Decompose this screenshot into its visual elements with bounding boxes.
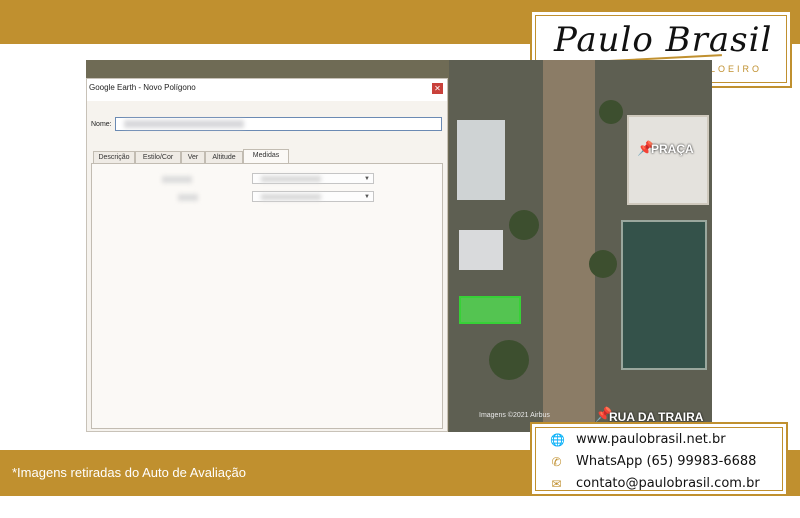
blurred-dropdown-value xyxy=(261,176,321,182)
satellite-map[interactable]: 📌 PRAÇA 📌 RUA DA TRAIRA Imagens ©2021 Ai… xyxy=(449,60,712,432)
contact-box: 🌐 www.paulobrasil.net.br ✆ WhatsApp (65)… xyxy=(530,422,788,496)
building xyxy=(457,120,505,200)
name-label: Nome: xyxy=(91,121,112,128)
tab-descricao[interactable]: Descrição xyxy=(93,151,135,163)
new-polygon-dialog: Google Earth - Novo Polígono ✕ Nome: Des… xyxy=(86,78,448,432)
dialog-title: Google Earth - Novo Polígono xyxy=(89,83,196,92)
screenshot-area: 📌 PRAÇA 📌 RUA DA TRAIRA Imagens ©2021 Ai… xyxy=(86,60,712,432)
email-text[interactable]: contato@paulobrasil.com.br xyxy=(576,476,760,491)
logo-text: Paulo Brasil xyxy=(554,20,773,60)
tab-altitude[interactable]: Altitude xyxy=(205,151,243,163)
tree xyxy=(489,340,529,380)
website-text[interactable]: www.paulobrasil.net.br xyxy=(576,432,726,447)
building xyxy=(459,230,503,270)
phone-icon: ✆ xyxy=(551,455,562,469)
blurred-field-label xyxy=(178,194,198,201)
tab-ver[interactable]: Ver xyxy=(181,151,205,163)
blurred-dropdown-value xyxy=(261,194,321,200)
sports-court xyxy=(621,220,707,370)
medidas-panel: ▼ ▼ xyxy=(91,163,443,429)
globe-icon: 🌐 xyxy=(550,433,565,447)
map-label-praca: PRAÇA xyxy=(651,142,694,156)
mail-icon: ✉ xyxy=(551,477,562,491)
tree xyxy=(599,100,623,124)
tree xyxy=(589,250,617,278)
praca-building xyxy=(627,115,709,205)
map-credit: Imagens ©2021 Airbus xyxy=(479,412,550,419)
chevron-down-icon: ▼ xyxy=(364,176,370,182)
blurred-name-value xyxy=(124,120,244,128)
dialog-titlebar[interactable]: Google Earth - Novo Polígono ✕ xyxy=(87,79,447,101)
name-input[interactable] xyxy=(115,117,442,131)
blurred-field-label xyxy=(162,176,192,183)
chevron-down-icon: ▼ xyxy=(364,194,370,200)
tree xyxy=(509,210,539,240)
tab-estilo-cor[interactable]: Estilo/Cor xyxy=(135,151,181,163)
measure-dropdown[interactable]: ▼ xyxy=(252,173,374,184)
tab-medidas[interactable]: Medidas xyxy=(243,149,289,163)
street xyxy=(543,60,595,432)
caption-text: *Imagens retiradas do Auto de Avaliação xyxy=(12,465,246,480)
whatsapp-text[interactable]: WhatsApp (65) 99983-6688 xyxy=(576,454,756,469)
close-icon[interactable]: ✕ xyxy=(432,83,443,94)
unit-dropdown[interactable]: ▼ xyxy=(252,191,374,202)
polygon-parcel[interactable] xyxy=(459,296,521,324)
